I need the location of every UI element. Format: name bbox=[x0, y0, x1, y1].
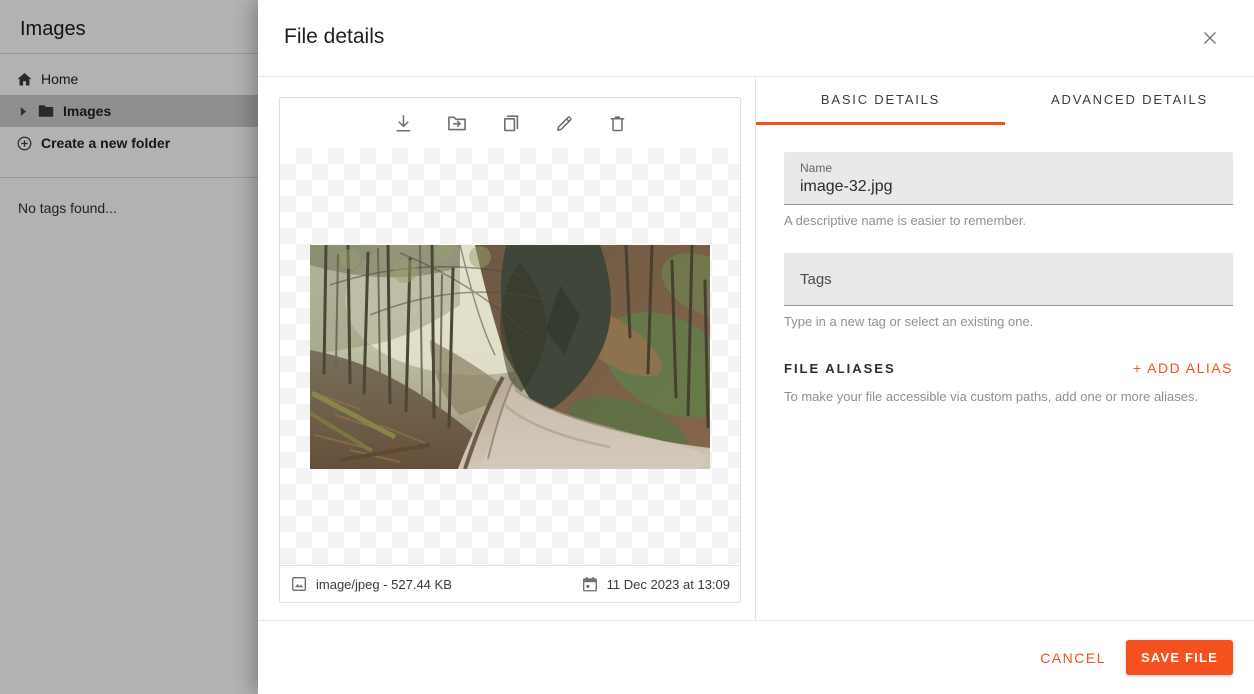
file-aliases-header-row: FILE ALIASES + ADD ALIAS bbox=[784, 360, 1233, 376]
tags-field-label: Tags bbox=[800, 271, 832, 288]
file-aliases-description: To make your file accessible via custom … bbox=[784, 389, 1233, 404]
preview-toolbar bbox=[280, 98, 740, 148]
image-file-icon bbox=[290, 575, 308, 593]
file-type-size: image/jpeg - 527.44 KB bbox=[316, 577, 452, 592]
transparency-checkerboard bbox=[280, 148, 740, 565]
file-aliases-heading: FILE ALIASES bbox=[784, 361, 896, 376]
move-to-folder-icon[interactable] bbox=[444, 110, 470, 136]
tags-field[interactable]: Tags bbox=[784, 253, 1233, 306]
image-preview[interactable] bbox=[310, 245, 710, 469]
details-tabs: BASIC DETAILS ADVANCED DETAILS bbox=[756, 77, 1254, 125]
cancel-button[interactable]: CANCEL bbox=[1040, 650, 1106, 666]
close-icon[interactable] bbox=[1196, 24, 1224, 52]
tags-field-helper: Type in a new tag or select an existing … bbox=[784, 314, 1233, 329]
modal-footer: CANCEL SAVE FILE bbox=[258, 620, 1254, 694]
basic-details-content: Name A descriptive name is easier to rem… bbox=[756, 125, 1254, 404]
name-field-label: Name bbox=[800, 161, 1217, 175]
add-alias-button[interactable]: + ADD ALIAS bbox=[1133, 360, 1233, 376]
details-pane: BASIC DETAILS ADVANCED DETAILS Name A de… bbox=[755, 77, 1254, 620]
save-file-button[interactable]: SAVE FILE bbox=[1126, 640, 1233, 675]
name-input[interactable] bbox=[800, 175, 1217, 196]
calendar-icon bbox=[581, 575, 599, 593]
preview-card: image/jpeg - 527.44 KB 11 Dec 2023 at 13… bbox=[279, 97, 741, 603]
file-meta-bar: image/jpeg - 527.44 KB 11 Dec 2023 at 13… bbox=[280, 565, 740, 602]
delete-icon[interactable] bbox=[605, 111, 630, 136]
copy-icon[interactable] bbox=[498, 110, 524, 136]
name-field-helper: A descriptive name is easier to remember… bbox=[784, 213, 1233, 228]
modal-title: File details bbox=[284, 25, 384, 49]
file-date: 11 Dec 2023 at 13:09 bbox=[607, 577, 730, 592]
tab-advanced-details[interactable]: ADVANCED DETAILS bbox=[1005, 77, 1254, 125]
name-field[interactable]: Name bbox=[784, 152, 1233, 205]
file-details-modal: File details bbox=[258, 0, 1254, 694]
preview-pane: image/jpeg - 527.44 KB 11 Dec 2023 at 13… bbox=[258, 77, 755, 620]
tab-basic-details[interactable]: BASIC DETAILS bbox=[756, 77, 1005, 125]
edit-icon[interactable] bbox=[552, 111, 577, 136]
modal-header: File details bbox=[258, 0, 1254, 77]
modal-body: image/jpeg - 527.44 KB 11 Dec 2023 at 13… bbox=[258, 77, 1254, 620]
download-icon[interactable] bbox=[391, 111, 416, 136]
